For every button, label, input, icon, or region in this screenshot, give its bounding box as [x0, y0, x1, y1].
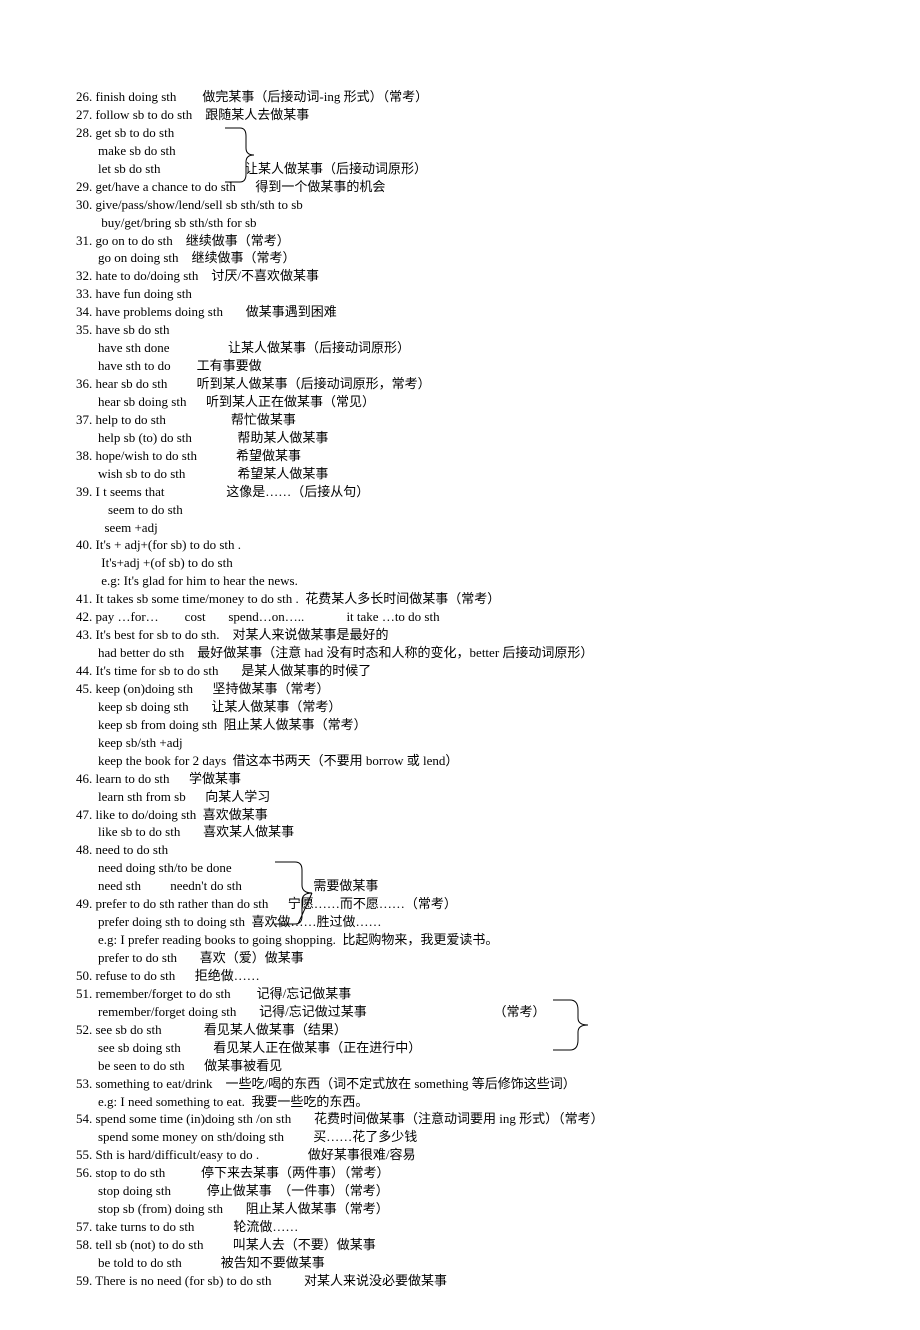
text-line: keep sb doing sth 让某人做某事（常考）	[76, 698, 844, 716]
text-line: have sth done 让某人做某事（后接动词原形）	[76, 339, 844, 357]
text-line: buy/get/bring sb sth/sth for sb	[76, 214, 844, 232]
text-line: 56. stop to do sth 停下来去某事（两件事）（常考）	[76, 1164, 844, 1182]
text-line: e.g: It's glad for him to hear the news.	[76, 572, 844, 590]
text-line: seem +adj	[76, 519, 844, 537]
text-line: e.g: I prefer reading books to going sho…	[76, 931, 844, 949]
text-line: 40. It's + adj+(for sb) to do sth .	[76, 536, 844, 554]
text-line: 36. hear sb do sth 听到某人做某事（后接动词原形，常考）	[76, 375, 844, 393]
text-line: seem to do sth	[76, 501, 844, 519]
text-line: need doing sth/to be done	[76, 859, 844, 877]
text-line: 49. prefer to do sth rather than do sth …	[76, 895, 844, 913]
text-line: 59. There is no need (for sb) to do sth …	[76, 1272, 844, 1290]
text-line: 47. like to do/doing sth 喜欢做某事	[76, 806, 844, 824]
text-line: 26. finish doing sth 做完某事（后接动词-ing 形式）（常…	[76, 88, 844, 106]
text-line: 28. get sb to do sth	[76, 124, 844, 142]
text-line: keep the book for 2 days 借这本书两天（不要用 borr…	[76, 752, 844, 770]
text-line: keep sb/sth +adj	[76, 734, 844, 752]
text-line: 34. have problems doing sth 做某事遇到困难	[76, 303, 844, 321]
text-line: 32. hate to do/doing sth 讨厌/不喜欢做某事	[76, 267, 844, 285]
text-line: prefer doing sth to doing sth 喜欢做……胜过做……	[76, 913, 844, 931]
text-line: 57. take turns to do sth 轮流做……	[76, 1218, 844, 1236]
text-line: wish sb to do sth 希望某人做某事	[76, 465, 844, 483]
text-line: e.g: I need something to eat. 我要一些吃的东西。	[76, 1093, 844, 1111]
text-line: 43. It's best for sb to do sth. 对某人来说做某事…	[76, 626, 844, 644]
text-line: help sb (to) do sth 帮助某人做某事	[76, 429, 844, 447]
text-line: keep sb from doing sth 阻止某人做某事（常考）	[76, 716, 844, 734]
text-line: had better do sth 最好做某事（注意 had 没有时态和人称的变…	[76, 644, 844, 662]
text-line: prefer to do sth 喜欢（爱）做某事	[76, 949, 844, 967]
text-line: 42. pay …for… cost spend…on….. it take ……	[76, 608, 844, 626]
text-line: go on doing sth 继续做事（常考）	[76, 249, 844, 267]
text-line: 30. give/pass/show/lend/sell sb sth/sth …	[76, 196, 844, 214]
text-line: 31. go on to do sth 继续做事（常考）	[76, 232, 844, 250]
text-line: 37. help to do sth 帮忙做某事	[76, 411, 844, 429]
text-line: 27. follow sb to do sth 跟随某人去做某事	[76, 106, 844, 124]
text-line: 52. see sb do sth 看见某人做某事（结果）	[76, 1021, 844, 1039]
text-line: let sb do sth 让某人做某事（后接动词原形）	[76, 160, 844, 178]
text-line: 39. I t seems that 这像是……（后接从句）	[76, 483, 844, 501]
text-line: stop doing sth 停止做某事 （一件事）（常考）	[76, 1182, 844, 1200]
text-line: 46. learn to do sth 学做某事	[76, 770, 844, 788]
document-page: 26. finish doing sth 做完某事（后接动词-ing 形式）（常…	[0, 0, 920, 1330]
text-line: like sb to do sth 喜欢某人做某事	[76, 823, 844, 841]
text-line: It's+adj +(of sb) to do sth	[76, 554, 844, 572]
text-line: 29. get/have a chance to do sth 得到一个做某事的…	[76, 178, 844, 196]
text-line: 50. refuse to do sth 拒绝做……	[76, 967, 844, 985]
text-line: see sb doing sth 看见某人正在做某事（正在进行中）	[76, 1039, 844, 1057]
text-line: 38. hope/wish to do sth 希望做某事	[76, 447, 844, 465]
text-line: hear sb doing sth 听到某人正在做某事（常见）	[76, 393, 844, 411]
text-line: be seen to do sth 做某事被看见	[76, 1057, 844, 1075]
text-line: 45. keep (on)doing sth 坚持做某事（常考）	[76, 680, 844, 698]
text-line: 53. something to eat/drink 一些吃/喝的东西（词不定式…	[76, 1075, 844, 1093]
text-line: 58. tell sb (not) to do sth 叫某人去（不要）做某事	[76, 1236, 844, 1254]
text-line: need sth needn't do sth 需要做某事	[76, 877, 844, 895]
text-line: 54. spend some time (in)doing sth /on st…	[76, 1110, 844, 1128]
text-line: 51. remember/forget to do sth 记得/忘记做某事	[76, 985, 844, 1003]
text-line: learn sth from sb 向某人学习	[76, 788, 844, 806]
text-line: stop sb (from) doing sth 阻止某人做某事（常考）	[76, 1200, 844, 1218]
text-line: 33. have fun doing sth	[76, 285, 844, 303]
text-line: have sth to do 工有事要做	[76, 357, 844, 375]
text-line: be told to do sth 被告知不要做某事	[76, 1254, 844, 1272]
text-content: 26. finish doing sth 做完某事（后接动词-ing 形式）（常…	[76, 88, 844, 1290]
text-line: remember/forget doing sth 记得/忘记做过某事 （常考）	[76, 1003, 844, 1021]
text-line: 41. It takes sb some time/money to do st…	[76, 590, 844, 608]
text-line: make sb do sth	[76, 142, 844, 160]
text-line: 55. Sth is hard/difficult/easy to do . 做…	[76, 1146, 844, 1164]
text-line: 35. have sb do sth	[76, 321, 844, 339]
text-line: 48. need to do sth	[76, 841, 844, 859]
text-line: spend some money on sth/doing sth 买……花了多…	[76, 1128, 844, 1146]
text-line: 44. It's time for sb to do sth 是某人做某事的时候…	[76, 662, 844, 680]
